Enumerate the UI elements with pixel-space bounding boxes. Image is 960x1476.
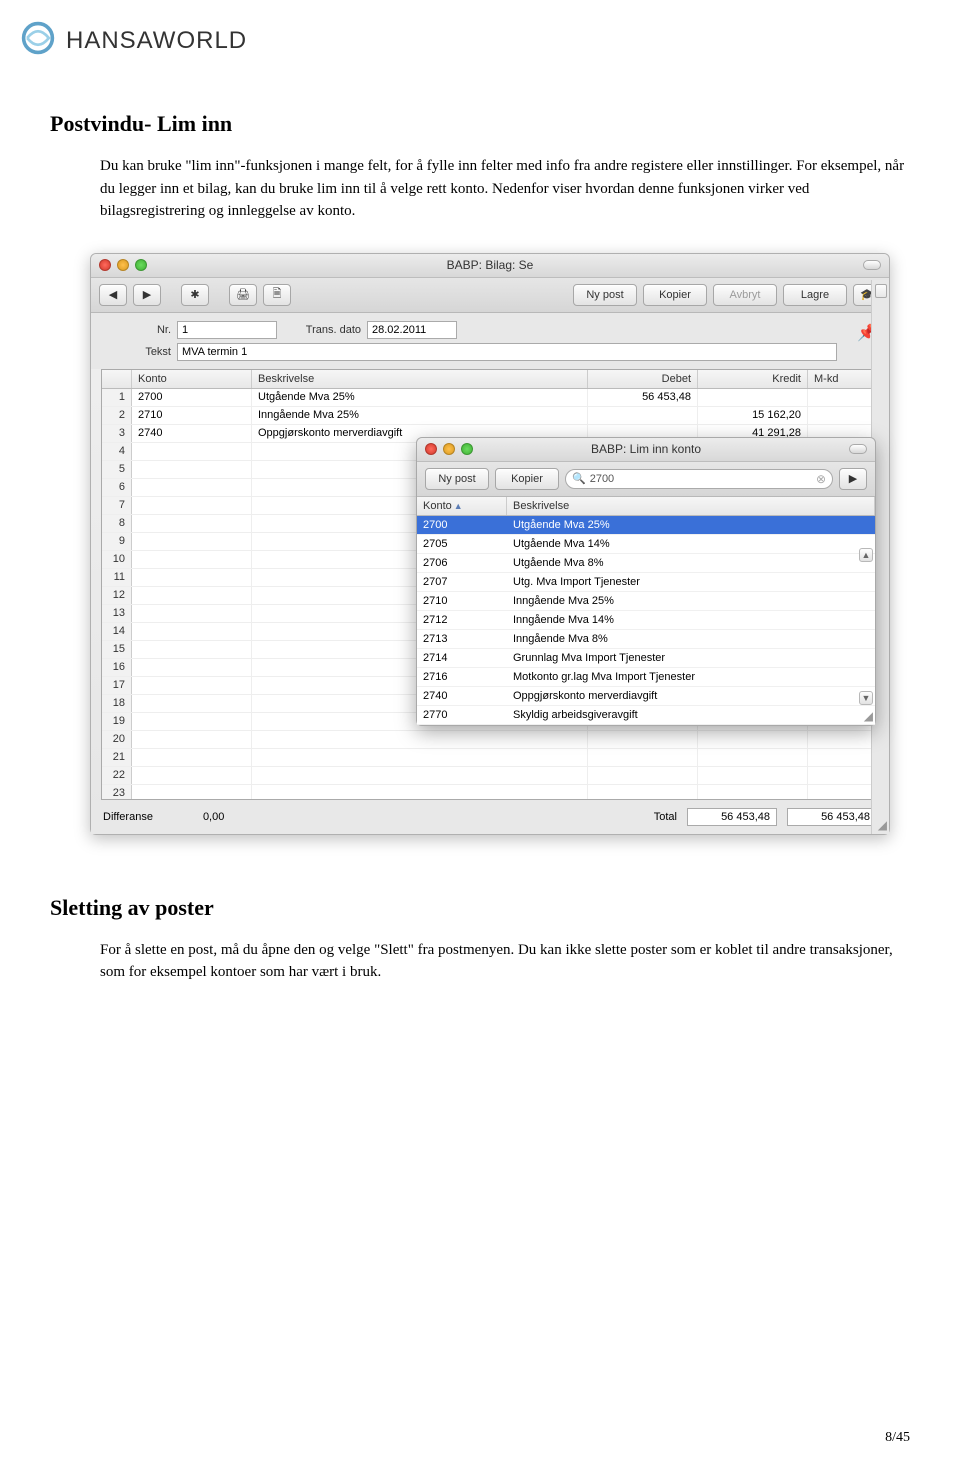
window-title: BABP: Bilag: Se bbox=[91, 258, 889, 272]
total-debet: 56 453,48 bbox=[687, 808, 777, 826]
popup-next-button[interactable]: ▶ bbox=[839, 468, 867, 490]
footer-row: Differanse 0,00 Total 56 453,48 56 453,4… bbox=[91, 800, 889, 834]
copy-button[interactable]: Kopier bbox=[643, 284, 707, 306]
col-konto-header[interactable]: Konto bbox=[132, 370, 252, 388]
col-beskrivelse-header[interactable]: Beskrivelse bbox=[252, 370, 588, 388]
dato-label: Trans. dato bbox=[291, 324, 361, 336]
list-item[interactable]: 2700Utgående Mva 25% bbox=[417, 516, 875, 535]
page-number: 8/45 bbox=[885, 1430, 910, 1446]
tekst-label: Tekst bbox=[101, 346, 171, 358]
cancel-button[interactable]: Avbryt bbox=[713, 284, 777, 306]
search-icon: 🔍 bbox=[572, 472, 586, 485]
screenshot-container: BABP: Bilag: Se ◀ ▶ ✱ 🖨 🗎 Ny post Kopier… bbox=[90, 253, 910, 835]
list-item[interactable]: 2712Inngående Mva 14% bbox=[417, 611, 875, 630]
table-row[interactable]: 20 bbox=[102, 731, 878, 749]
col-kredit-header[interactable]: Kredit bbox=[698, 370, 808, 388]
toolbar-pill-icon[interactable] bbox=[863, 260, 881, 270]
new-post-button[interactable]: Ny post bbox=[573, 284, 637, 306]
resize-icon[interactable]: ◢ bbox=[878, 818, 887, 832]
table-row[interactable]: 21 bbox=[102, 749, 878, 767]
list-item[interactable]: 2716Motkonto gr.lag Mva Import Tjenester bbox=[417, 668, 875, 687]
differanse-label: Differanse bbox=[103, 811, 153, 823]
list-item[interactable]: 2707Utg. Mva Import Tjenester bbox=[417, 573, 875, 592]
popup-title: BABP: Lim inn konto bbox=[417, 442, 875, 456]
list-item[interactable]: 2770Skyldig arbeidsgiveravgift bbox=[417, 706, 875, 725]
form-area: Nr. 1 Trans. dato 28.02.2011 Tekst MVA t… bbox=[91, 313, 889, 369]
clear-icon[interactable]: ⊗ bbox=[816, 472, 826, 486]
tekst-field[interactable]: MVA termin 1 bbox=[177, 343, 837, 361]
section-body-postvindu: Du kan bruke "lim inn"-funksjonen i mang… bbox=[100, 155, 910, 223]
brand-name: HANSAWORLD bbox=[66, 27, 247, 55]
hansaworld-logo-icon bbox=[20, 20, 56, 61]
preview-icon[interactable]: 🗎 bbox=[263, 284, 291, 306]
list-item[interactable]: 2714Grunnlag Mva Import Tjenester bbox=[417, 649, 875, 668]
voucher-window: BABP: Bilag: Se ◀ ▶ ✱ 🖨 🗎 Ny post Kopier… bbox=[90, 253, 890, 835]
paste-account-popup: BABP: Lim inn konto Ny post Kopier 🔍 270… bbox=[416, 437, 876, 726]
toolbar: ◀ ▶ ✱ 🖨 🗎 Ny post Kopier Avbryt Lagre 🎓 bbox=[91, 278, 889, 313]
list-item[interactable]: 2710Inngående Mva 25% bbox=[417, 592, 875, 611]
table-row[interactable]: 22 bbox=[102, 767, 878, 785]
print-icon[interactable]: 🖨 bbox=[229, 284, 257, 306]
differanse-value: 0,00 bbox=[203, 811, 224, 823]
side-chip-icon[interactable] bbox=[875, 284, 887, 298]
list-item[interactable]: 2705Utgående Mva 14% bbox=[417, 535, 875, 554]
page-header: HANSAWORLD bbox=[0, 0, 960, 71]
prev-button[interactable]: ◀ bbox=[99, 284, 127, 306]
search-value: 2700 bbox=[590, 473, 614, 485]
nr-field[interactable]: 1 bbox=[177, 321, 277, 339]
section-title-sletting: Sletting av poster bbox=[50, 895, 910, 921]
list-item[interactable]: 2713Inngående Mva 8% bbox=[417, 630, 875, 649]
list-item[interactable]: 2740Oppgjørskonto merverdiavgift bbox=[417, 687, 875, 706]
table-row[interactable]: 22710Inngående Mva 25%15 162,20 bbox=[102, 407, 878, 425]
next-button[interactable]: ▶ bbox=[133, 284, 161, 306]
scroll-down-icon[interactable]: ▼ bbox=[859, 691, 873, 705]
table-row[interactable]: 12700Utgående Mva 25%56 453,48 bbox=[102, 389, 878, 407]
popup-new-post-button[interactable]: Ny post bbox=[425, 468, 489, 490]
titlebar: BABP: Bilag: Se bbox=[91, 254, 889, 278]
total-kredit: 56 453,48 bbox=[787, 808, 877, 826]
save-button[interactable]: Lagre bbox=[783, 284, 847, 306]
section-body-sletting: For å slette en post, må du åpne den og … bbox=[100, 939, 910, 984]
sort-asc-icon: ▲ bbox=[454, 501, 463, 511]
popup-col-konto[interactable]: Konto▲ bbox=[417, 497, 507, 515]
gear-icon[interactable]: ✱ bbox=[181, 284, 209, 306]
col-debet-header[interactable]: Debet bbox=[588, 370, 698, 388]
popup-search-input[interactable]: 🔍 2700 ⊗ bbox=[565, 469, 833, 489]
total-label: Total bbox=[654, 811, 677, 823]
popup-col-beskrivelse[interactable]: Beskrivelse bbox=[507, 497, 875, 515]
section-title-postvindu: Postvindu- Lim inn bbox=[50, 111, 910, 137]
nr-label: Nr. bbox=[101, 324, 171, 336]
popup-copy-button[interactable]: Kopier bbox=[495, 468, 559, 490]
dato-field[interactable]: 28.02.2011 bbox=[367, 321, 457, 339]
scroll-up-icon[interactable]: ▲ bbox=[859, 548, 873, 562]
list-item[interactable]: 2706Utgående Mva 8% bbox=[417, 554, 875, 573]
popup-resize-icon[interactable]: ◢ bbox=[864, 709, 873, 723]
table-row[interactable]: 23 bbox=[102, 785, 878, 799]
col-mkd-header[interactable]: M-kd bbox=[808, 370, 878, 388]
popup-pill-icon[interactable] bbox=[849, 444, 867, 454]
